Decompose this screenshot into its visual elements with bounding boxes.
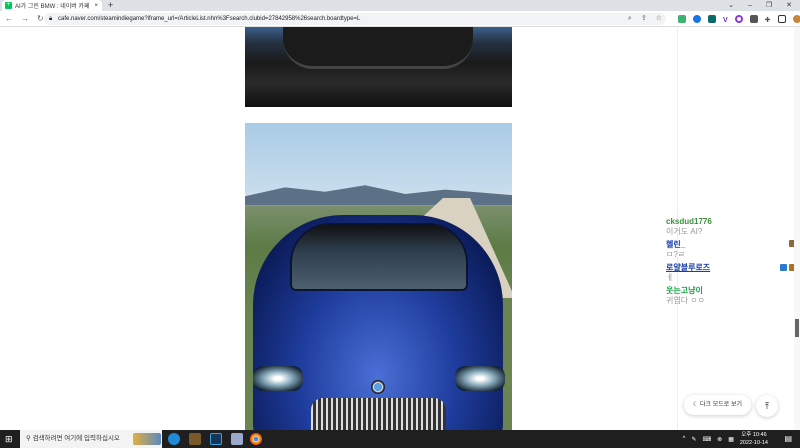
pen-icon[interactable]: ✎ xyxy=(691,436,696,443)
comment-item: 로얄블루로즈 ㅔ xyxy=(666,263,712,283)
new-tab-button[interactable]: + xyxy=(108,0,113,11)
naver-cafe-favicon-icon: + xyxy=(5,2,12,9)
scrollbar[interactable] xyxy=(794,27,800,430)
profile-avatar[interactable] xyxy=(792,15,800,23)
scroll-top-button[interactable]: ⤒ xyxy=(756,395,778,417)
side-panel-icon[interactable] xyxy=(777,15,786,23)
comment-item: cksdud1776 이거도 AI? xyxy=(666,217,712,237)
minimize-button[interactable]: – xyxy=(748,0,752,11)
dark-mode-button[interactable]: ☾ 다크 모드로 보기 xyxy=(684,395,751,415)
url-input[interactable]: 🔒︎ cafe.naver.com/steamindiegame?iframe_… xyxy=(44,13,666,25)
comment-item: 웃는고냥이 귀엽다 ㅇㅇ xyxy=(666,286,712,306)
minecraft-icon[interactable] xyxy=(189,433,201,445)
url-text: cafe.naver.com/steamindiegame?iframe_url… xyxy=(58,16,361,22)
clock[interactable]: 오후 10:46 2022-10-14 xyxy=(740,431,768,447)
network-icon[interactable]: ⊗ xyxy=(717,436,722,443)
app-icon[interactable] xyxy=(231,433,243,445)
zoom-icon[interactable]: ⌕ xyxy=(628,13,632,25)
close-tab-icon[interactable]: × xyxy=(94,3,98,9)
vegas-icon[interactable] xyxy=(210,433,222,445)
comment-author[interactable]: cksdud1776 xyxy=(666,217,712,227)
extension-icon[interactable] xyxy=(678,15,686,23)
close-window-button[interactable]: ✕ xyxy=(786,0,792,11)
time: 오후 10:46 xyxy=(741,432,767,438)
windows-start-icon[interactable]: ⊞ xyxy=(5,434,13,444)
user-badge-icon xyxy=(780,264,787,271)
browser-tab[interactable]: + AI가 그린 BMW : 네이버 카페 × xyxy=(2,0,102,11)
dark-mode-label: 다크 모드로 보기 xyxy=(700,402,743,408)
extension-icon[interactable] xyxy=(734,15,743,23)
lock-icon: 🔒︎ xyxy=(49,16,53,22)
address-bar-row: ← → ↻ 🔒︎ cafe.naver.com/steamindiegame?i… xyxy=(0,11,800,27)
back-icon[interactable]: ← xyxy=(5,14,13,23)
share-icon[interactable]: ⇪ xyxy=(641,13,647,25)
tab-title: AI가 그린 BMW : 네이버 카페 xyxy=(15,4,90,10)
tab-search-icon[interactable]: ⌄ xyxy=(728,0,734,11)
search-placeholder: 검색하려면 여기에 입력하십시오 xyxy=(32,435,120,442)
extension-v-icon[interactable]: V xyxy=(723,15,728,24)
comment-text: ㅔ xyxy=(666,273,674,282)
date: 2022-10-14 xyxy=(739,440,768,446)
comment-author[interactable]: 로얄블루로즈 xyxy=(666,263,712,273)
search-highlight-icon[interactable] xyxy=(133,433,161,445)
comment-text: 이거도 AI? xyxy=(666,227,703,236)
comment-author[interactable]: 웃는고냥이 xyxy=(666,286,712,296)
puzzle-extensions-icon[interactable]: ✚ xyxy=(765,15,771,24)
keyboard-icon[interactable]: ⌨ xyxy=(702,436,711,443)
chrome-icon[interactable] xyxy=(250,433,262,445)
search-icon: ⚲ xyxy=(26,435,33,442)
comment-text: 귀엽다 ㅇㅇ xyxy=(666,296,706,305)
extension-icon[interactable] xyxy=(708,15,716,23)
car-image-1 xyxy=(245,27,512,107)
moon-icon: ☾ xyxy=(692,402,701,408)
comment-item: 헬린_ ㅁ?ㄹ xyxy=(666,240,712,260)
notification-icon[interactable]: ▤ xyxy=(784,434,792,443)
taskbar: ⊞ ⚲ 검색하려면 여기에 입력하십시오 ^ ✎ ⌨ ⊗ ▦ 오후 10:46 2… xyxy=(0,430,800,448)
bookmark-star-icon[interactable]: ☆ xyxy=(656,13,662,25)
comment-author[interactable]: 헬린_ xyxy=(666,240,712,250)
bmw-logo-icon xyxy=(371,380,385,394)
edge-icon[interactable] xyxy=(168,433,180,445)
restore-button[interactable]: ❐ xyxy=(766,0,772,11)
extension-icon[interactable] xyxy=(693,15,701,23)
tab-bar: + AI가 그린 BMW : 네이버 카페 × + ⌄ – ❐ ✕ xyxy=(0,0,800,11)
page-content: cksdud1776 이거도 AI? 헬린_ ㅁ?ㄹ 로얄블루로즈 ㅔ 웃는고냥… xyxy=(0,27,800,430)
scrollbar-thumb[interactable] xyxy=(795,319,799,337)
chat-comments: cksdud1776 이거도 AI? 헬린_ ㅁ?ㄹ 로얄블루로즈 ㅔ 웃는고냥… xyxy=(666,217,712,306)
extension-icon[interactable] xyxy=(749,15,758,23)
bmw-car-image xyxy=(245,123,512,430)
comment-text: ㅁ?ㄹ xyxy=(666,250,686,259)
tray-chevron-icon[interactable]: ^ xyxy=(683,436,686,442)
forward-icon[interactable]: → xyxy=(21,14,29,23)
ime-icon[interactable]: ▦ xyxy=(728,436,734,443)
reload-icon[interactable]: ↻ xyxy=(37,14,44,23)
